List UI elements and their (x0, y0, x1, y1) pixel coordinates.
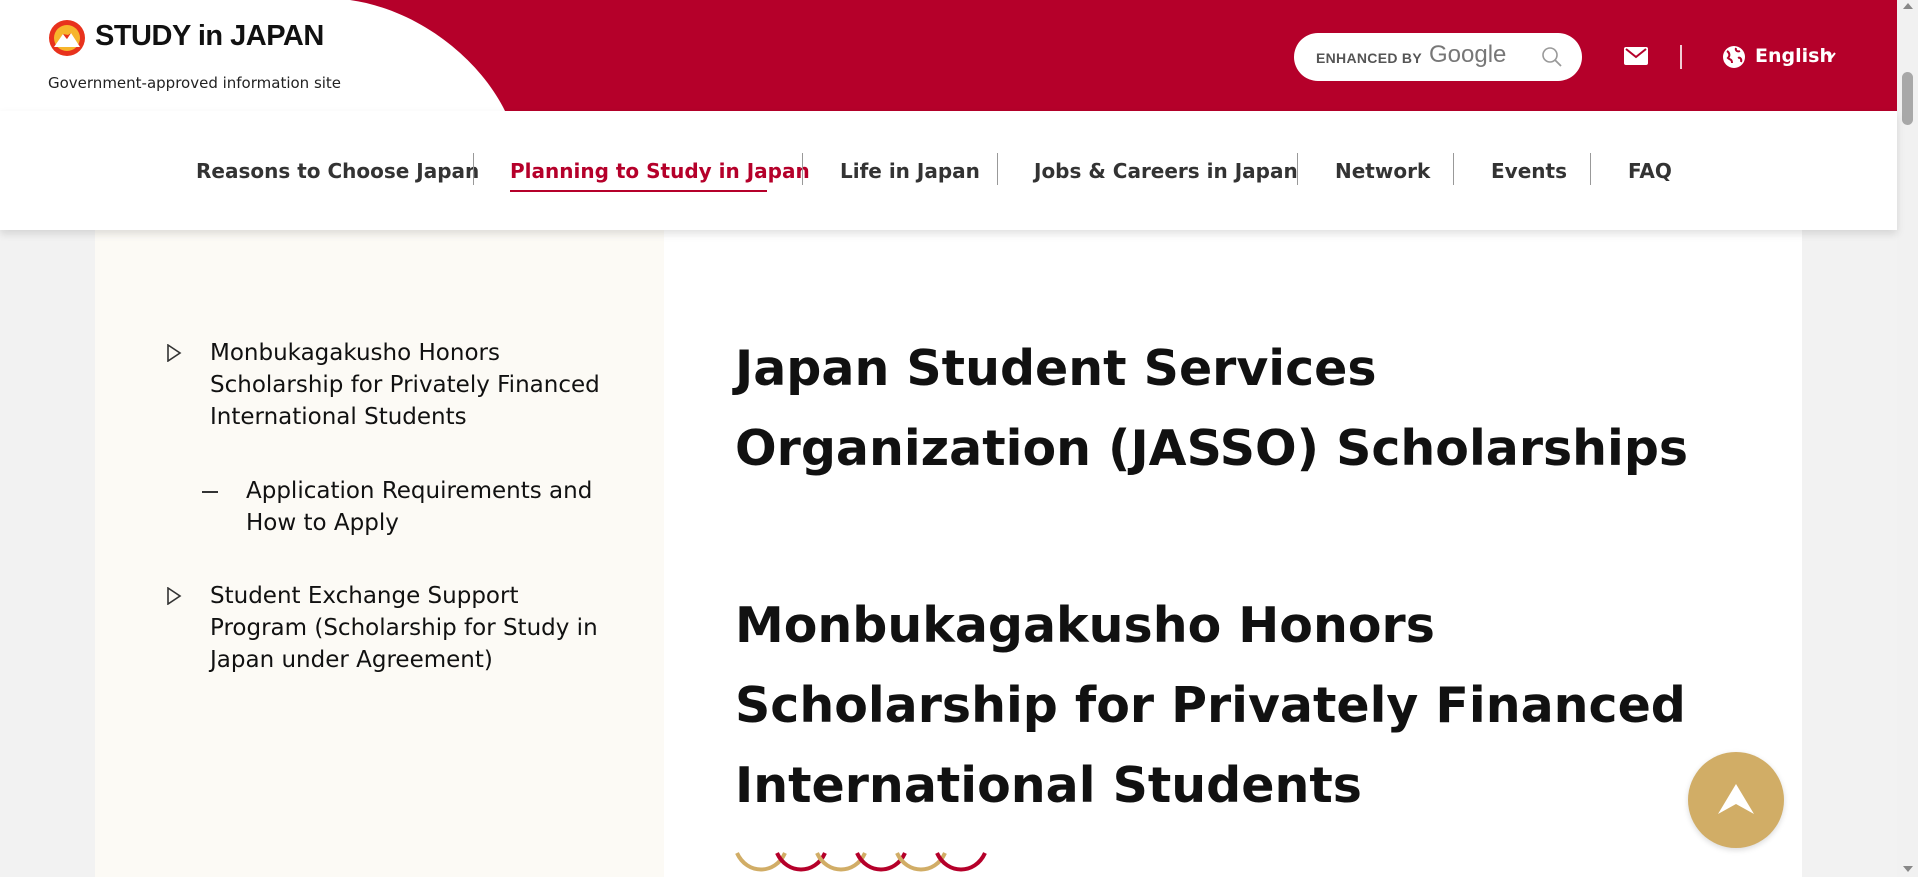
language-selector[interactable]: English (1755, 45, 1833, 67)
nav-network[interactable]: Network (1335, 159, 1430, 183)
content-area: Monbukagakusho Honors Scholarship for Pr… (95, 230, 1802, 877)
sidebar-item-application-requirements[interactable]: Application Requirements and How to Appl… (246, 475, 606, 539)
dash-icon (202, 491, 218, 493)
nav-jobs-careers[interactable]: Jobs & Careers in Japan (1034, 159, 1298, 183)
sidebar-item-student-exchange[interactable]: Student Exchange Support Program (Schola… (210, 580, 610, 676)
logo-subtitle: Government-approved information site (48, 74, 342, 92)
scroll-down-arrow[interactable] (1903, 866, 1913, 872)
page-scrollbar[interactable] (1897, 0, 1918, 877)
heading-jasso-scholarships: Japan Student Services Organization (JAS… (735, 340, 1689, 477)
arrow-up-icon (1718, 784, 1754, 814)
logo[interactable]: STUDY in JAPAN Government-approved infor… (0, 0, 510, 111)
sidebar-item-monbukagakusho-honors[interactable]: Monbukagakusho Honors Scholarship for Pr… (210, 337, 610, 433)
nav-separator (1297, 153, 1298, 185)
nav-separator (802, 153, 803, 185)
logo-title: STUDY in JAPAN (95, 20, 324, 52)
chevron-right-icon (167, 344, 182, 362)
nav-active-underline (510, 190, 767, 192)
sidebar: Monbukagakusho Honors Scholarship for Pr… (95, 230, 664, 877)
nav-events[interactable]: Events (1491, 159, 1567, 183)
nav-faq[interactable]: FAQ (1628, 159, 1672, 183)
chevron-right-icon (167, 587, 182, 605)
nav-life-in-japan[interactable]: Life in Japan (840, 159, 980, 183)
search-enhanced-label: ENHANCED BY (1316, 50, 1422, 66)
nav-separator (1590, 153, 1591, 185)
scrollbar-thumb[interactable] (1902, 72, 1913, 125)
back-to-top-button[interactable] (1688, 752, 1784, 848)
logo-mark-icon (49, 20, 85, 56)
search-input[interactable]: ENHANCED BY Google (1294, 33, 1582, 81)
nav-planning-to-study[interactable]: Planning to Study in Japan (510, 159, 810, 183)
nav-separator (473, 153, 474, 185)
heading-monbukagakusho-honors: Monbukagakusho Honors Scholarship for Pr… (735, 597, 1686, 814)
main-nav: Reasons to Choose Japan Planning to Stud… (0, 111, 1897, 230)
search-provider-label: Google (1429, 41, 1507, 68)
chevron-down-icon[interactable] (1826, 52, 1836, 60)
nav-separator (1453, 153, 1454, 185)
mail-icon[interactable] (1624, 47, 1648, 65)
decorative-wave (735, 852, 987, 872)
site-header: STUDY in JAPAN Government-approved infor… (0, 0, 1897, 111)
scroll-up-arrow[interactable] (1903, 3, 1913, 9)
search-icon[interactable] (1540, 45, 1564, 69)
globe-icon[interactable] (1722, 45, 1746, 69)
header-divider (1680, 45, 1682, 69)
nav-reasons-to-choose-japan[interactable]: Reasons to Choose Japan (196, 159, 479, 183)
nav-separator (997, 153, 998, 185)
